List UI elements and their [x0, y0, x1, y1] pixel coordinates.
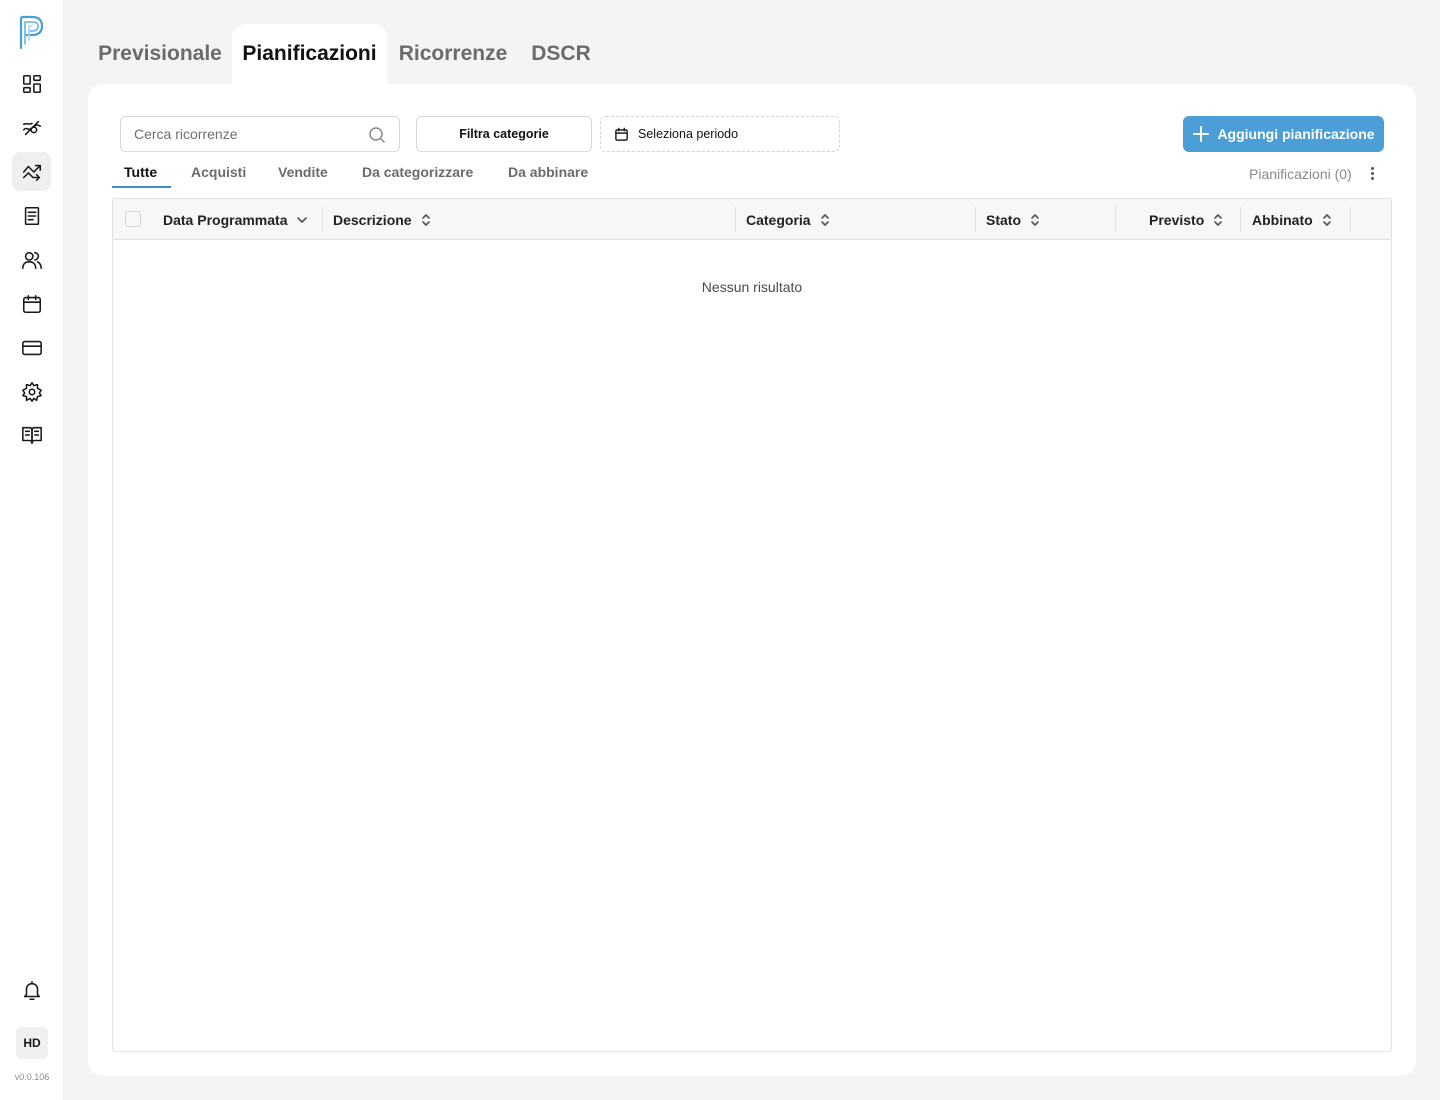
tab-previsionale[interactable]: Previsionale [88, 24, 232, 86]
sort-icon [1214, 213, 1223, 226]
dashboard-icon[interactable] [12, 64, 51, 103]
search-icon[interactable] [367, 125, 387, 145]
users-icon[interactable] [12, 240, 51, 279]
tab-dscr[interactable]: DSCR [519, 24, 603, 86]
book-icon[interactable] [12, 415, 51, 454]
column-header-categoria[interactable]: Categoria [746, 199, 832, 240]
sidebar: HD v0.0.106 [0, 0, 64, 1100]
trending-icon[interactable] [12, 152, 51, 191]
search-input[interactable] [134, 126, 354, 142]
empty-state-message: Nessun risultato [701, 279, 803, 295]
select-period-button[interactable]: Seleziona periodo [600, 116, 840, 152]
active-subtab-indicator [112, 186, 171, 188]
calendar-icon[interactable] [12, 284, 51, 323]
add-planning-label: Aggiungi pianificazione [1217, 126, 1375, 142]
column-divider [1240, 207, 1241, 232]
column-divider [975, 207, 976, 232]
main-card: Filtra categorie Seleziona periodo Aggiu… [88, 84, 1416, 1076]
plus-icon [1193, 126, 1210, 142]
subtab-tutte[interactable]: Tutte [124, 164, 157, 188]
column-divider [1350, 207, 1351, 232]
search-field[interactable] [120, 116, 400, 152]
planning-table: Data Programmata Descrizione Categoria S… [112, 198, 1392, 1052]
subtab-vendite[interactable]: Vendite [278, 164, 328, 188]
column-divider [735, 207, 736, 232]
bell-icon[interactable] [12, 971, 51, 1010]
sort-icon [1031, 213, 1039, 226]
app-version: v0.0.106 [14, 1072, 50, 1082]
cash-flow-icon[interactable] [12, 108, 51, 147]
more-options-icon[interactable] [1364, 166, 1380, 182]
receipt-icon[interactable] [12, 196, 51, 235]
sort-icon [421, 213, 430, 226]
subtab-acquisti[interactable]: Acquisti [191, 164, 246, 188]
add-planning-button[interactable]: Aggiungi pianificazione [1183, 116, 1384, 152]
table-header: Data Programmata Descrizione Categoria S… [113, 199, 1391, 240]
app-logo[interactable] [16, 14, 46, 50]
sort-icon [820, 213, 829, 226]
tab-pianificazioni[interactable]: Pianificazioni [232, 24, 387, 86]
sort-icon [1322, 213, 1331, 226]
tab-ricorrenze[interactable]: Ricorrenze [387, 24, 519, 86]
column-divider [1115, 207, 1116, 232]
chevron-down-icon [296, 216, 307, 223]
column-header-stato[interactable]: Stato [986, 199, 1042, 240]
column-header-data-programmata[interactable]: Data Programmata [163, 199, 309, 240]
column-header-descrizione[interactable]: Descrizione [333, 199, 433, 240]
select-all-checkbox[interactable] [125, 211, 141, 227]
column-header-abbinato[interactable]: Abbinato [1252, 199, 1334, 240]
credit-card-icon[interactable] [12, 328, 51, 367]
filter-categories-button[interactable]: Filtra categorie [416, 116, 592, 152]
gear-icon[interactable] [12, 372, 51, 411]
select-period-label: Seleziona periodo [638, 127, 739, 141]
subtab-da-categorizzare[interactable]: Da categorizzare [362, 164, 473, 188]
column-divider [322, 207, 323, 232]
avatar[interactable]: HD [16, 1027, 48, 1059]
calendar-icon [615, 127, 628, 141]
planning-count: Pianificazioni (0) [1249, 166, 1352, 182]
subtab-da-abbinare[interactable]: Da abbinare [508, 164, 588, 188]
column-header-previsto[interactable]: Previsto [1149, 199, 1225, 240]
